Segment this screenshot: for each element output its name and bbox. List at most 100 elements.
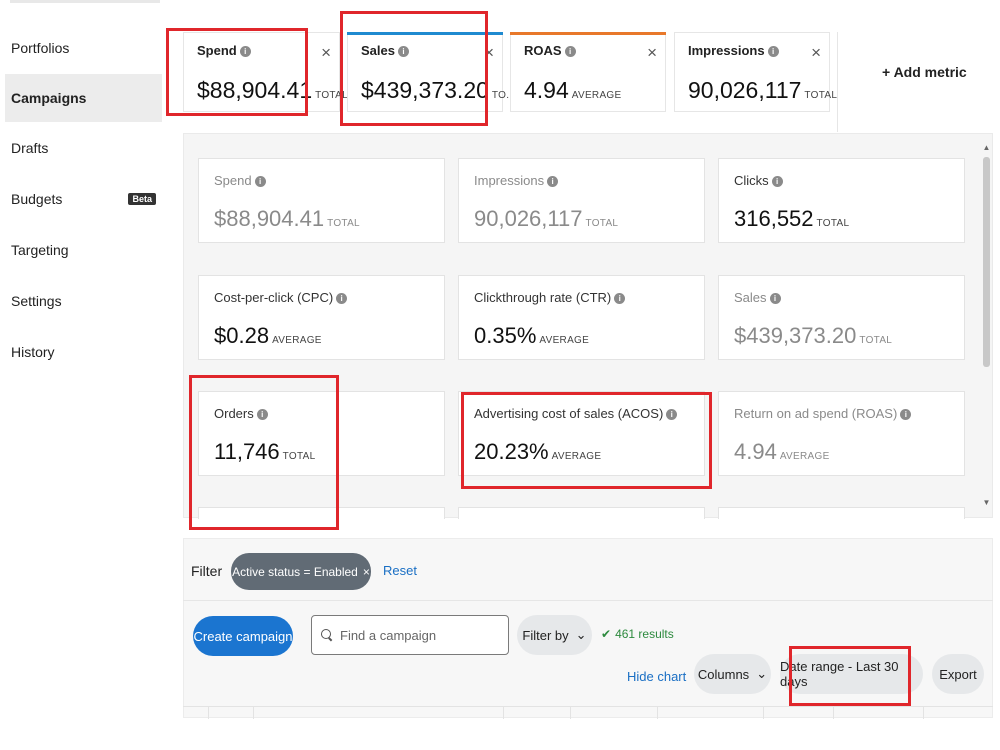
metric-card-partial[interactable] bbox=[198, 507, 445, 519]
column-divider bbox=[657, 707, 658, 719]
hide-chart-link[interactable]: Hide chart bbox=[627, 669, 686, 684]
metric-card-acos[interactable]: Advertising cost of sales (ACOS) i 20.23%… bbox=[458, 391, 705, 476]
active-status-filter-chip[interactable]: Active status = Enabled × bbox=[231, 553, 371, 590]
column-divider bbox=[763, 707, 764, 719]
metric-tab-value: $88,904.41 bbox=[197, 77, 313, 103]
metric-card-value-row: 0.35% AVERAGE bbox=[474, 323, 589, 349]
info-icon[interactable]: i bbox=[254, 176, 266, 187]
metric-card-partial[interactable] bbox=[458, 507, 705, 519]
chevron-down-icon: ⌄ bbox=[575, 627, 587, 642]
panel-scrollbar[interactable]: ▲ ▼ bbox=[982, 143, 991, 518]
metric-card-value: 0.35% bbox=[474, 323, 537, 348]
metric-card-suffix: AVERAGE bbox=[551, 451, 602, 462]
close-icon[interactable]: × bbox=[811, 43, 821, 63]
date-range-dropdown[interactable]: Date range - Last 30 days bbox=[780, 654, 923, 694]
info-icon[interactable]: i bbox=[239, 46, 251, 57]
metric-card-title: Clicks i bbox=[734, 173, 783, 188]
info-icon[interactable]: i bbox=[614, 293, 626, 304]
add-metric-button[interactable]: + Add metric bbox=[882, 64, 967, 80]
sidebar-item-budgets[interactable]: Budgets Beta bbox=[5, 175, 162, 223]
metric-tab-value: $439,373.20 bbox=[361, 77, 489, 103]
sidebar-item-label: Settings bbox=[11, 293, 62, 309]
sidebar-item-targeting[interactable]: Targeting bbox=[5, 226, 162, 274]
info-icon[interactable]: i bbox=[547, 176, 559, 187]
metric-card-title: Spend i bbox=[214, 173, 266, 188]
metric-tab-sales[interactable]: Sales i × $439,373.20 TO... bbox=[347, 32, 515, 112]
metric-tab-title: Spend i bbox=[197, 43, 251, 58]
metric-tab-accent-bar bbox=[510, 32, 666, 35]
info-icon[interactable]: i bbox=[767, 46, 779, 57]
sidebar-item-label: Targeting bbox=[11, 242, 69, 258]
metric-card-title: Sales i bbox=[734, 290, 781, 305]
metric-card-clicks[interactable]: Clicks i 316,552 TOTAL bbox=[718, 158, 965, 243]
search-input[interactable] bbox=[340, 627, 500, 643]
info-icon[interactable]: i bbox=[771, 176, 783, 187]
metric-card-orders[interactable]: Orders i 11,746 TOTAL bbox=[198, 391, 445, 476]
sidebar-item-label: Campaigns bbox=[11, 90, 87, 106]
columns-dropdown[interactable]: Columns ⌄ bbox=[694, 654, 771, 694]
close-icon[interactable]: × bbox=[647, 43, 657, 63]
metric-card-suffix: TOTAL bbox=[327, 218, 360, 229]
scroll-thumb[interactable] bbox=[983, 157, 990, 367]
metric-tab-accent-bar bbox=[347, 32, 503, 35]
info-icon[interactable]: i bbox=[769, 293, 781, 304]
metric-tab-roas[interactable]: ROAS i × 4.94 AVERAGE bbox=[510, 32, 666, 112]
export-button[interactable]: Export bbox=[932, 654, 984, 694]
metric-card-cpc[interactable]: Cost-per-click (CPC) i $0.28 AVERAGE bbox=[198, 275, 445, 360]
metric-card-value: 4.94 bbox=[734, 439, 777, 464]
sidebar: Portfolios Campaigns Drafts Budgets Beta… bbox=[0, 0, 165, 750]
metric-tab-label: Sales bbox=[361, 43, 395, 58]
metric-card-title: Orders i bbox=[214, 406, 268, 421]
sidebar-item-history[interactable]: History bbox=[5, 328, 162, 376]
metric-card-value-row: 20.23% AVERAGE bbox=[474, 439, 601, 465]
info-icon[interactable]: i bbox=[666, 409, 678, 420]
info-icon[interactable]: i bbox=[564, 46, 576, 57]
metric-card-sales[interactable]: Sales i $439,373.20 TOTAL bbox=[718, 275, 965, 360]
column-divider bbox=[833, 707, 834, 719]
metric-card-label: Spend bbox=[214, 173, 252, 188]
campaign-table-header bbox=[183, 706, 993, 719]
metric-card-title: Advertising cost of sales (ACOS) i bbox=[474, 406, 678, 421]
info-icon[interactable]: i bbox=[336, 293, 348, 304]
close-icon[interactable]: × bbox=[321, 43, 331, 63]
metric-card-partial[interactable] bbox=[718, 507, 965, 519]
column-divider bbox=[253, 707, 254, 719]
metric-card-label: Return on ad spend (ROAS) bbox=[734, 406, 898, 421]
metric-card-value: $0.28 bbox=[214, 323, 270, 348]
campaign-search[interactable] bbox=[311, 615, 509, 655]
create-campaign-button[interactable]: Create campaign bbox=[193, 616, 293, 656]
filter-by-dropdown[interactable]: Filter by ⌄ bbox=[517, 615, 592, 655]
chevron-down-icon: ⌄ bbox=[756, 666, 768, 681]
filter-chip-label: Active status = Enabled bbox=[232, 564, 358, 579]
results-count-label: 461 results bbox=[615, 627, 674, 641]
metric-card-label: Orders bbox=[214, 406, 254, 421]
metric-card-value-row: $0.28 AVERAGE bbox=[214, 323, 322, 349]
reset-filters-link[interactable]: Reset bbox=[383, 563, 417, 578]
metric-card-value-row: 4.94 AVERAGE bbox=[734, 439, 830, 465]
scroll-up-arrow-icon[interactable]: ▲ bbox=[982, 143, 991, 152]
metric-card-value: 90,026,117 bbox=[474, 206, 583, 231]
metric-card-value: $439,373.20 bbox=[734, 323, 857, 348]
date-range-label: Date range - Last 30 days bbox=[780, 659, 899, 689]
metric-tab-impressions[interactable]: Impressions i × 90,026,117 TOTAL bbox=[674, 32, 837, 112]
info-icon[interactable]: i bbox=[397, 46, 409, 57]
scroll-down-arrow-icon[interactable]: ▼ bbox=[982, 498, 991, 507]
export-label: Export bbox=[939, 666, 977, 682]
close-icon[interactable]: × bbox=[363, 565, 370, 579]
metric-card-roas[interactable]: Return on ad spend (ROAS) i 4.94 AVERAGE bbox=[718, 391, 965, 476]
info-icon[interactable]: i bbox=[256, 409, 268, 420]
toolbar-divider bbox=[183, 600, 993, 601]
metric-card-suffix: TOTAL bbox=[859, 335, 893, 346]
metric-card-spend[interactable]: Spend i $88,904.41 TOTAL bbox=[198, 158, 445, 243]
metric-tab-suffix: AVERAGE bbox=[571, 90, 622, 101]
close-icon[interactable]: × bbox=[484, 43, 494, 63]
metric-tab-label: ROAS bbox=[524, 43, 562, 58]
metric-tab-spend[interactable]: Spend i × $88,904.41 TOTAL bbox=[183, 32, 348, 112]
sidebar-item-portfolios[interactable]: Portfolios bbox=[5, 24, 162, 72]
info-icon[interactable]: i bbox=[900, 409, 912, 420]
metric-card-impressions[interactable]: Impressions i 90,026,117 TOTAL bbox=[458, 158, 705, 243]
metric-card-ctr[interactable]: Clickthrough rate (CTR) i 0.35% AVERAGE bbox=[458, 275, 705, 360]
sidebar-item-drafts[interactable]: Drafts bbox=[5, 124, 162, 172]
sidebar-item-settings[interactable]: Settings bbox=[5, 277, 162, 325]
sidebar-item-campaigns[interactable]: Campaigns bbox=[5, 74, 162, 122]
